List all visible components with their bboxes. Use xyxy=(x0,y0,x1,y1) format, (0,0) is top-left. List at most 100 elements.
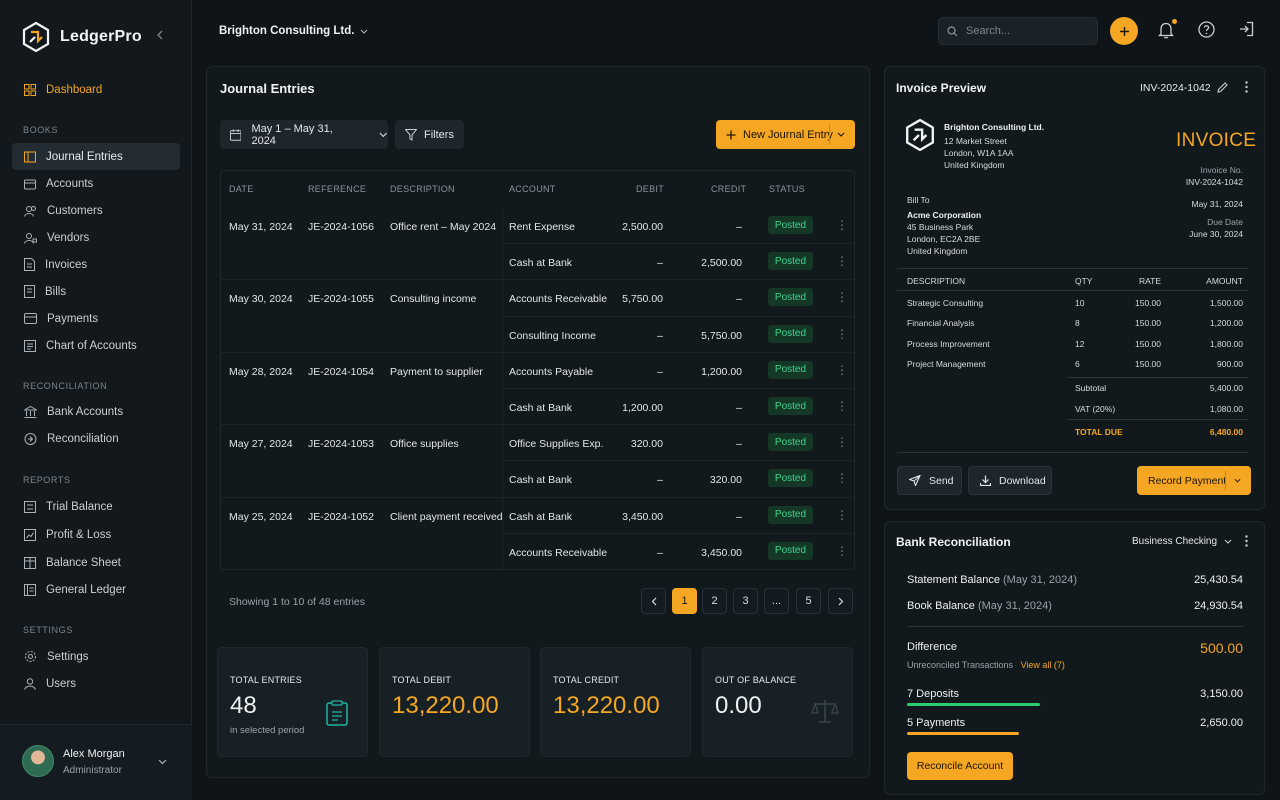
edit-icon[interactable] xyxy=(1217,82,1228,93)
row-actions-icon[interactable]: ⋮ xyxy=(836,471,848,485)
company-switcher[interactable]: Brighton Consulting Ltd. xyxy=(219,25,368,37)
cell-debit: – xyxy=(657,474,663,487)
row-divider xyxy=(221,351,854,353)
row-divider xyxy=(503,315,854,317)
payments-icon xyxy=(24,313,37,324)
pagination-page-1[interactable]: 1 xyxy=(672,588,697,614)
search-input[interactable] xyxy=(966,25,1086,37)
view-all-link[interactable]: View all (7) xyxy=(1021,660,1065,670)
row-actions-icon[interactable]: ⋮ xyxy=(836,435,848,449)
sidebar-item-dashboard[interactable]: Dashboard xyxy=(12,76,180,103)
column-header-description[interactable]: DESCRIPTION xyxy=(390,184,455,194)
row-actions-icon[interactable]: ⋮ xyxy=(836,327,848,341)
profit-loss-icon xyxy=(24,528,36,541)
row-actions-icon[interactable]: ⋮ xyxy=(836,218,848,232)
payments-progress-bar xyxy=(907,732,1019,735)
sidebar-item-trial-balance[interactable]: Trial Balance xyxy=(12,493,180,520)
quick-add-button[interactable] xyxy=(1110,17,1138,45)
user-profile[interactable]: Alex Morgan Administrator xyxy=(0,724,192,800)
download-button[interactable]: Download xyxy=(968,466,1052,495)
stat-value: 0.00 xyxy=(715,692,762,719)
sidebar-item-bank-accounts[interactable]: Bank Accounts xyxy=(12,398,180,425)
row-actions-icon[interactable]: ⋮ xyxy=(836,290,848,304)
status-badge: Posted xyxy=(768,505,813,524)
sidebar-item-label: Settings xyxy=(47,650,89,663)
column-header-status[interactable]: STATUS xyxy=(769,184,805,194)
chevron-down-icon[interactable] xyxy=(158,759,167,765)
pagination-page-3[interactable]: 3 xyxy=(733,588,758,614)
cell-reference: JE-2024-1053 xyxy=(308,438,374,451)
column-header-reference[interactable]: REFERENCE xyxy=(308,184,366,194)
item-description: Project Management xyxy=(907,358,986,369)
status-badge: Posted xyxy=(768,469,813,488)
sidebar-item-accounts[interactable]: Accounts xyxy=(12,170,180,197)
search-box[interactable] xyxy=(938,17,1098,45)
sidebar-item-settings[interactable]: Settings xyxy=(12,643,180,670)
kebab-menu-icon[interactable] xyxy=(1245,81,1248,93)
sidebar-item-users[interactable]: Users xyxy=(12,670,180,697)
nav-section-reconciliation: RECONCILIATION xyxy=(23,381,108,391)
column-header-debit[interactable]: DEBIT xyxy=(636,184,664,194)
column-header-account[interactable]: ACCOUNT xyxy=(509,184,556,194)
cell-account: Rent Expense xyxy=(509,221,575,233)
sidebar-item-general-ledger[interactable]: General Ledger xyxy=(12,576,180,603)
filters-button[interactable]: Filters xyxy=(395,120,464,149)
column-header-credit[interactable]: CREDIT xyxy=(711,184,746,194)
bell-icon[interactable] xyxy=(1158,21,1174,39)
sidebar-item-label: Chart of Accounts xyxy=(46,339,137,352)
app-logo[interactable]: LedgerPro xyxy=(22,22,142,52)
sidebar-item-invoices[interactable]: Invoices xyxy=(12,251,180,278)
help-icon[interactable] xyxy=(1198,21,1215,38)
bank-account-select[interactable]: Business Checking xyxy=(1132,536,1232,547)
chevron-down-icon[interactable] xyxy=(1234,478,1241,483)
send-button[interactable]: Send xyxy=(897,466,962,495)
filter-icon xyxy=(405,128,417,141)
sidebar-item-label: Customers xyxy=(47,204,103,217)
plus-icon xyxy=(1119,26,1129,36)
item-amount: 1,800.00 xyxy=(1209,338,1243,349)
cell-credit: 5,750.00 xyxy=(701,329,742,342)
nav-section-reports: REPORTS xyxy=(23,475,71,485)
new-journal-entry-button[interactable]: New Journal Entry xyxy=(716,120,855,149)
column-header-date[interactable]: DATE xyxy=(229,184,254,194)
date-range-picker[interactable]: May 1 – May 31, 2024 xyxy=(220,120,388,149)
row-actions-icon[interactable]: ⋮ xyxy=(836,254,848,268)
pagination-page-2[interactable]: 2 xyxy=(702,588,727,614)
book-balance-label: Book Balance (May 31, 2024) xyxy=(907,600,1052,612)
book-balance-text: Book Balance xyxy=(907,600,975,612)
cell-credit: 320.00 xyxy=(709,474,742,487)
status-badge: Posted xyxy=(768,433,813,452)
sidebar-item-label: Balance Sheet xyxy=(46,556,121,569)
row-actions-icon[interactable]: ⋮ xyxy=(836,363,848,377)
nav-section-books: BOOKS xyxy=(23,125,59,135)
cell-account: Cash at Bank xyxy=(509,402,573,414)
sidebar-item-balance-sheet[interactable]: Balance Sheet xyxy=(12,549,180,576)
row-actions-icon[interactable]: ⋮ xyxy=(836,508,848,522)
record-payment-button[interactable]: Record Payment xyxy=(1137,466,1251,495)
logout-icon[interactable] xyxy=(1238,21,1254,37)
sidebar-item-bills[interactable]: Bills xyxy=(12,278,180,305)
row-actions-icon[interactable]: ⋮ xyxy=(836,544,848,558)
cell-credit: 2,500.00 xyxy=(701,257,742,270)
chevron-down-icon[interactable] xyxy=(837,132,845,137)
pagination-page-5[interactable]: 5 xyxy=(796,588,821,614)
reconcile-account-button[interactable]: Reconcile Account xyxy=(907,752,1013,780)
collapse-sidebar-icon[interactable] xyxy=(156,30,166,40)
deposits-progress-bar xyxy=(907,703,1040,706)
sidebar-item-journal-entries[interactable]: Journal Entries xyxy=(12,143,180,170)
item-rate: 150.00 xyxy=(1135,338,1161,349)
sidebar-item-profit-loss[interactable]: Profit & Loss xyxy=(12,521,180,548)
row-divider xyxy=(221,279,854,281)
chevron-down-icon xyxy=(379,132,388,137)
row-actions-icon[interactable]: ⋮ xyxy=(836,399,848,413)
plus-icon xyxy=(726,130,736,139)
sidebar-item-chart-of-accounts[interactable]: Chart of Accounts xyxy=(12,332,180,359)
pagination-prev[interactable] xyxy=(641,588,666,614)
kebab-menu-icon[interactable] xyxy=(1245,535,1248,547)
sidebar-item-customers[interactable]: Customers xyxy=(12,197,180,224)
sidebar-item-reconciliation[interactable]: Reconciliation xyxy=(12,425,180,452)
pagination-next[interactable] xyxy=(828,588,853,614)
sidebar-item-payments[interactable]: Payments xyxy=(12,305,180,332)
chevron-down-icon xyxy=(361,29,368,34)
sidebar-item-vendors[interactable]: Vendors xyxy=(12,224,180,251)
